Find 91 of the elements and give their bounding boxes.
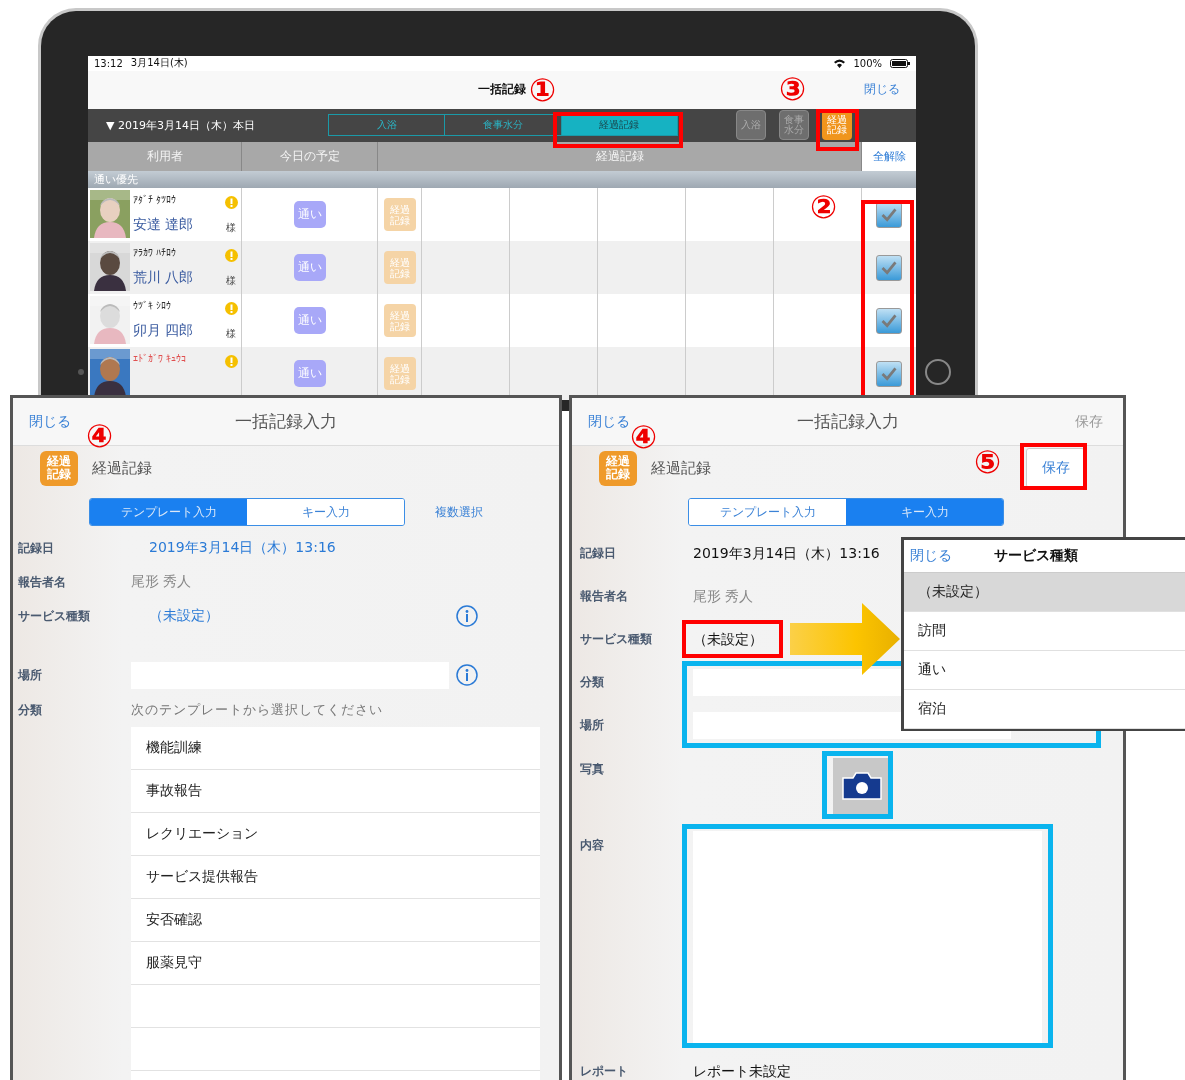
step-number: ④ <box>630 421 658 453</box>
template-item[interactable]: 機能訓練 <box>131 727 540 770</box>
name-reading: ｱﾀﾞﾁ ﾀﾂﾛｳ <box>133 194 177 205</box>
template-item[interactable]: 安否確認 <box>131 899 540 942</box>
close-link[interactable]: 閉じる <box>904 547 994 565</box>
schedule-tag: 通い <box>293 307 326 334</box>
schedule-tag: 通い <box>293 254 326 281</box>
field-label: 場所 <box>18 666 42 684</box>
name-reading: ｴﾄﾞｶﾞﾜ ｷｭｳｺ <box>133 353 187 364</box>
name-reading: ｳﾂﾞｷ ｼﾛｳ <box>133 300 172 311</box>
input-mode-tab[interactable]: キー入力 <box>247 499 404 525</box>
status-date: 3月14日(木) <box>130 56 188 71</box>
segment-tab[interactable]: 入浴 <box>329 115 446 136</box>
step-number: ③ <box>779 73 807 105</box>
multi-select-link[interactable]: 複数選択 <box>435 503 483 521</box>
field-label: 写真 <box>580 761 604 778</box>
input-mode-tab[interactable]: テンプレート入力 <box>90 499 247 525</box>
info-icon[interactable] <box>456 664 478 686</box>
field-value: （未設定） <box>693 630 763 649</box>
battery-icon <box>890 58 910 68</box>
camera-dot <box>78 369 84 375</box>
field-value: 尾形 秀人 <box>131 573 192 591</box>
panel-title: 一括記録入力 <box>235 410 337 433</box>
checkbox[interactable] <box>876 254 902 281</box>
status-time: 13:12 <box>94 57 123 69</box>
honorific: 様 <box>226 274 236 288</box>
checkbox[interactable] <box>876 307 902 334</box>
field-label: 報告者名 <box>580 588 628 605</box>
template-item[interactable]: サービス提供報告 <box>131 856 540 899</box>
service-option[interactable]: （未設定） <box>904 573 1185 612</box>
name-reading: ｱﾗｶﾜ ﾊﾁﾛｳ <box>133 247 177 258</box>
field-label: 場所 <box>580 717 604 734</box>
highlight-frame <box>822 751 893 819</box>
close-link[interactable]: 閉じる <box>588 412 630 431</box>
record-type-icon: 経過記録 <box>40 450 78 486</box>
segment-tab[interactable]: 食事水分 <box>445 115 562 136</box>
schedule-tag: 通い <box>293 201 326 228</box>
step-number: ① <box>529 74 557 106</box>
user-name: 卯月 四郎 <box>133 322 194 340</box>
step-number: ⑤ <box>974 446 1002 478</box>
checkbox[interactable] <box>876 360 902 387</box>
field-value: レポート未設定 <box>693 1062 791 1080</box>
field-label: サービス種類 <box>18 607 90 625</box>
field-label: 記録日 <box>580 545 616 562</box>
info-icon[interactable] <box>456 605 478 627</box>
instruction-text: 次のテンプレートから選択してください <box>131 701 383 719</box>
field-label: レポート <box>580 1063 628 1080</box>
record-type-icon: 経過記録 <box>599 450 637 486</box>
camera-button[interactable] <box>833 758 891 814</box>
field-label: サービス種類 <box>580 631 652 648</box>
popup-title: サービス種類 <box>994 547 1079 565</box>
input-mode-tab[interactable]: キー入力 <box>846 499 1003 525</box>
home-button[interactable] <box>925 359 951 385</box>
panel-title: 一括記録入力 <box>796 410 899 433</box>
screen-title: 一括記録 <box>478 81 526 99</box>
field-value[interactable]: 2019年3月14日（木）13:16 <box>131 539 336 557</box>
field-label: 記録日 <box>18 539 54 557</box>
section-title: 経過記録 <box>651 458 711 478</box>
highlight-frame <box>816 109 859 151</box>
user-name: 荒川 八郎 <box>133 269 194 287</box>
field-value: 尾形 秀人 <box>693 587 754 606</box>
schedule-tag: 通い <box>293 360 326 387</box>
step-number: ④ <box>86 420 114 452</box>
service-option[interactable]: 訪問 <box>904 612 1185 651</box>
date-selector[interactable]: ▼ 2019年3月14日（木）本日 <box>88 117 328 133</box>
clear-all-link[interactable]: 全解除 <box>862 141 916 172</box>
battery-level: 100% <box>853 57 882 69</box>
close-link[interactable]: 閉じる <box>29 412 71 431</box>
template-item[interactable]: 事故報告 <box>131 770 540 813</box>
honorific: 様 <box>226 221 236 235</box>
field-label: 内容 <box>580 837 604 854</box>
section-title: 経過記録 <box>92 458 152 478</box>
field-label: 報告者名 <box>18 573 66 591</box>
camera-icon <box>841 771 883 801</box>
highlight-frame <box>1020 443 1087 490</box>
input-mode-tab[interactable]: テンプレート入力 <box>689 499 846 525</box>
close-link[interactable]: 閉じる <box>864 81 900 99</box>
honorific: 様 <box>226 327 236 341</box>
save-button[interactable]: 保存 <box>1026 448 1085 488</box>
service-option[interactable]: 宿泊 <box>904 690 1185 729</box>
field-value[interactable]: （未設定） <box>131 607 219 625</box>
service-option[interactable]: 通い <box>904 651 1185 690</box>
field-label: 分類 <box>18 701 42 719</box>
wifi-icon <box>834 58 846 68</box>
field-label: 分類 <box>580 674 604 691</box>
template-item[interactable]: レクリエーション <box>131 813 540 856</box>
group-header: 通い優先 <box>88 171 916 188</box>
step-number: ② <box>810 191 838 223</box>
template-item[interactable]: 服薬見守 <box>131 942 540 985</box>
user-name: 安達 達郎 <box>133 216 194 234</box>
field-value: 2019年3月14日（木）13:16 <box>693 544 880 563</box>
